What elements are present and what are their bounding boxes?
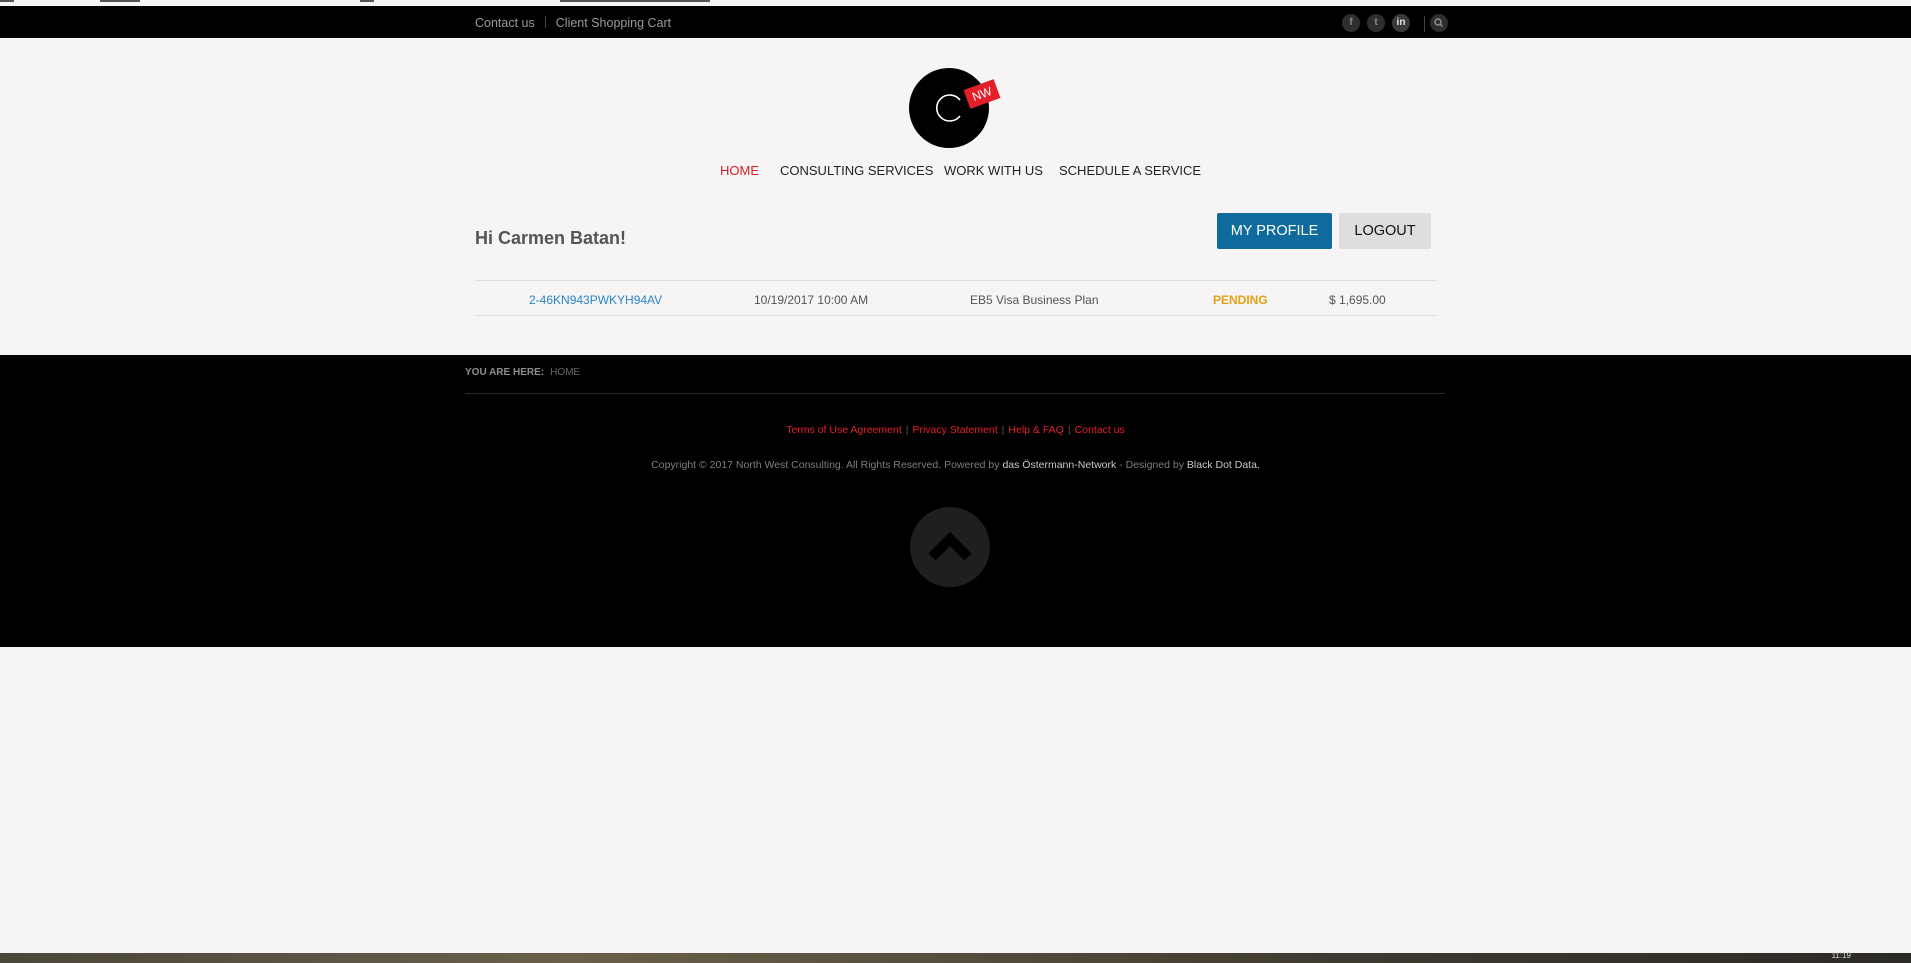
designed-by-text: - Designed by xyxy=(1119,459,1184,471)
nav-consulting-services[interactable]: CONSULTING SERVICES xyxy=(780,163,933,178)
nav-home[interactable]: HOME xyxy=(720,163,759,178)
strip-mark xyxy=(360,0,374,2)
strip-mark xyxy=(0,0,14,2)
divider xyxy=(544,16,546,28)
link-separator: | xyxy=(1001,424,1005,436)
strip-mark xyxy=(560,0,710,2)
greeting: Hi Carmen Batan! xyxy=(475,228,627,248)
chevron-up-icon xyxy=(928,531,972,561)
contact-us-link[interactable]: Contact us xyxy=(475,16,535,30)
search-icon[interactable] xyxy=(1430,14,1448,32)
copyright-text: Copyright © 2017 North West Consulting. … xyxy=(651,459,1000,471)
status-badge: PENDING xyxy=(1213,293,1268,307)
copyright: Copyright © 2017 North West Consulting. … xyxy=(0,459,1911,471)
site-logo[interactable] xyxy=(909,68,989,148)
breadcrumb: YOU ARE HERE: HOME xyxy=(465,367,580,378)
client-shopping-cart-link[interactable]: Client Shopping Cart xyxy=(556,16,671,30)
order-id-link[interactable]: 2-46KN943PWKYH94AV xyxy=(529,293,662,307)
search-icon-glyph xyxy=(1434,18,1444,28)
strip-mark xyxy=(100,0,140,2)
top-links: Contact us Client Shopping Cart xyxy=(475,16,671,30)
footer: YOU ARE HERE: HOME Terms of Use Agreement… xyxy=(0,355,1911,647)
os-taskbar: 11:19 xyxy=(0,951,1911,963)
back-to-top-button[interactable] xyxy=(910,507,990,587)
breadcrumb-home[interactable]: HOME xyxy=(550,367,580,378)
order-date: 10/19/2017 10:00 AM xyxy=(754,293,869,307)
footer-links: Terms of Use Agreement | Privacy Statement… xyxy=(0,424,1911,436)
table-row: 2-46KN943PWKYH94AV 10/19/2017 10:00 AM E… xyxy=(475,280,1437,316)
order-service: EB5 Visa Business Plan xyxy=(970,293,1099,307)
designer-link[interactable]: Black Dot Data. xyxy=(1187,459,1260,471)
nav-work-with-us[interactable]: WORK WITH US xyxy=(944,163,1043,178)
logout-button[interactable]: LOGOUT xyxy=(1339,213,1431,249)
twitter-icon[interactable]: t xyxy=(1367,14,1385,32)
terms-link[interactable]: Terms of Use Agreement xyxy=(786,424,902,436)
facebook-icon[interactable]: f xyxy=(1342,14,1360,32)
logo-letter-c xyxy=(935,94,961,122)
help-faq-link[interactable]: Help & FAQ xyxy=(1008,424,1063,436)
privacy-link[interactable]: Privacy Statement xyxy=(912,424,997,436)
linkedin-icon[interactable]: in xyxy=(1392,14,1410,32)
footer-contact-link[interactable]: Contact us xyxy=(1075,424,1125,436)
link-separator: | xyxy=(1067,424,1071,436)
top-bar: Contact us Client Shopping Cart f t in xyxy=(0,6,1911,38)
taskbar-clock: 11:19 xyxy=(1831,951,1851,960)
my-profile-button[interactable]: MY PROFILE xyxy=(1217,213,1332,249)
breadcrumb-label: YOU ARE HERE: xyxy=(465,367,545,378)
order-amount: $ 1,695.00 xyxy=(1329,293,1386,307)
link-separator: | xyxy=(905,424,909,436)
footer-divider xyxy=(465,393,1445,394)
nav-schedule-a-service[interactable]: SCHEDULE A SERVICE xyxy=(1059,163,1201,178)
divider xyxy=(1424,16,1425,32)
powered-by-link[interactable]: das Östermann-Network xyxy=(1002,459,1116,471)
